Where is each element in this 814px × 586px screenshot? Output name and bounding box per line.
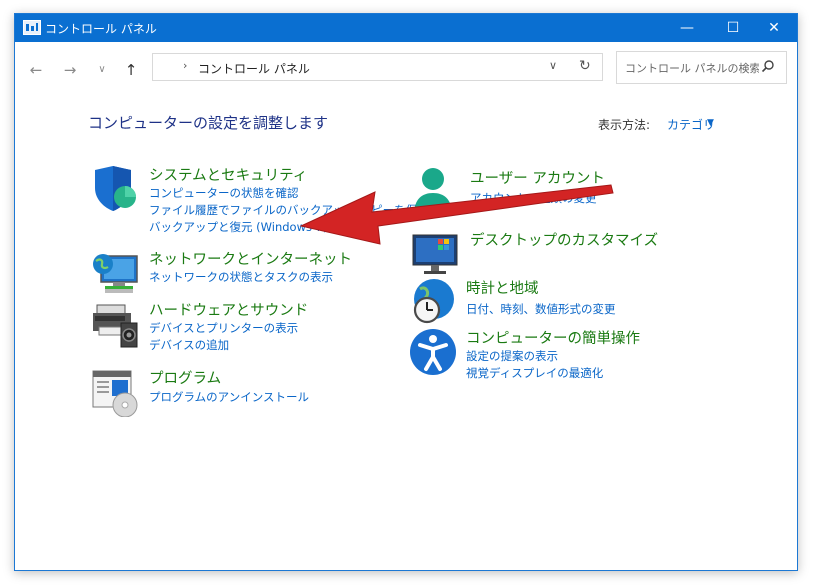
category-ease-of-access: コンピューターの簡単操作 設定の提案の表示 視覚ディスプレイの最適化	[408, 327, 708, 387]
network-globe-icon[interactable]	[91, 248, 141, 298]
refresh-icon[interactable]: ↻	[579, 58, 591, 74]
category-user-accounts: ユーザー アカウント アカウントの種類の変更	[412, 167, 712, 217]
category-title-programs[interactable]: プログラム	[149, 367, 221, 388]
link-change-account-type[interactable]: アカウントの種類の変更	[470, 190, 597, 206]
control-panel-window: コントロール パネル — ☐ ✕ ← → ∨ ↑ › コントロール パネル ∨ …	[14, 13, 798, 571]
view-by-label: 表示方法:	[598, 118, 651, 132]
breadcrumb-chevron-icon[interactable]: ›	[183, 59, 187, 72]
page-heading: コンピューターの設定を調整します	[88, 114, 329, 132]
window-title: コントロール パネル	[45, 22, 157, 36]
search-box[interactable]	[616, 51, 787, 84]
search-input[interactable]	[623, 58, 761, 78]
title-bar[interactable]: コントロール パネル — ☐ ✕	[15, 14, 797, 42]
back-arrow-icon[interactable]: ←	[25, 60, 47, 80]
category-network-internet: ネットワークとインターネット ネットワークの状態とタスクの表示	[91, 248, 391, 298]
category-title-desktop-customization[interactable]: デスクトップのカスタマイズ	[470, 229, 658, 250]
view-by-caret-icon[interactable]: ▼	[707, 118, 714, 128]
address-bar[interactable]: › コントロール パネル ∨ ↻	[152, 53, 603, 81]
category-title-ease-of-access[interactable]: コンピューターの簡単操作	[466, 327, 640, 348]
up-arrow-icon[interactable]: ↑	[120, 60, 142, 80]
category-title-hardware-sound[interactable]: ハードウェアとサウンド	[149, 299, 308, 320]
link-settings-suggestions[interactable]: 設定の提案の表示	[466, 348, 558, 364]
link-optimize-visual-display[interactable]: 視覚ディスプレイの最適化	[466, 365, 603, 381]
category-hardware-sound: ハードウェアとサウンド デバイスとプリンターの表示 デバイスの追加	[91, 299, 391, 359]
security-shield-icon[interactable]	[91, 164, 141, 214]
link-backup-restore[interactable]: バックアップと復元 (Windows 7)	[149, 219, 327, 235]
link-devices-printers[interactable]: デバイスとプリンターの表示	[149, 320, 298, 336]
category-clock-region: 時計と地域 日付、時刻、数値形式の変更	[408, 277, 708, 332]
programs-disc-icon[interactable]	[91, 367, 141, 417]
printer-speaker-icon[interactable]	[91, 299, 141, 349]
category-desktop-customization: デスクトップのカスタマイズ	[412, 229, 712, 279]
category-programs: プログラム プログラムのアンインストール	[91, 367, 391, 417]
link-add-device[interactable]: デバイスの追加	[149, 337, 229, 353]
accessibility-icon[interactable]	[408, 327, 458, 377]
breadcrumb-control-panel[interactable]: コントロール パネル	[198, 60, 310, 77]
navigation-bar: ← → ∨ ↑ › コントロール パネル ∨ ↻	[15, 42, 797, 94]
address-dropdown-icon[interactable]: ∨	[549, 59, 557, 72]
close-button[interactable]: ✕	[751, 14, 797, 42]
control-panel-app-icon	[23, 20, 41, 35]
forward-arrow-icon[interactable]: →	[59, 60, 81, 80]
category-title-system-security[interactable]: システムとセキュリティ	[149, 164, 307, 185]
category-title-user-accounts[interactable]: ユーザー アカウント	[470, 167, 605, 188]
user-account-icon[interactable]	[412, 167, 462, 217]
category-title-clock-region[interactable]: 時計と地域	[466, 277, 539, 298]
clock-globe-icon[interactable]	[408, 277, 458, 327]
category-title-network-internet[interactable]: ネットワークとインターネット	[149, 248, 352, 269]
link-network-status[interactable]: ネットワークの状態とタスクの表示	[149, 269, 333, 285]
link-check-computer-status[interactable]: コンピューターの状態を確認	[149, 185, 299, 201]
maximize-button[interactable]: ☐	[710, 14, 756, 42]
recent-locations-chevron-icon[interactable]: ∨	[91, 60, 113, 80]
search-icon[interactable]	[761, 59, 775, 73]
link-uninstall-program[interactable]: プログラムのアンインストール	[149, 389, 309, 405]
link-date-time-format[interactable]: 日付、時刻、数値形式の変更	[466, 301, 616, 317]
link-file-history-backup[interactable]: ファイル履歴でファイルのバックアップ コピーを保存	[149, 202, 429, 218]
desktop-monitor-icon[interactable]	[412, 229, 462, 279]
category-system-security: システムとセキュリティ コンピューターの状態を確認 ファイル履歴でファイルのバッ…	[91, 164, 429, 239]
minimize-button[interactable]: —	[664, 14, 710, 42]
